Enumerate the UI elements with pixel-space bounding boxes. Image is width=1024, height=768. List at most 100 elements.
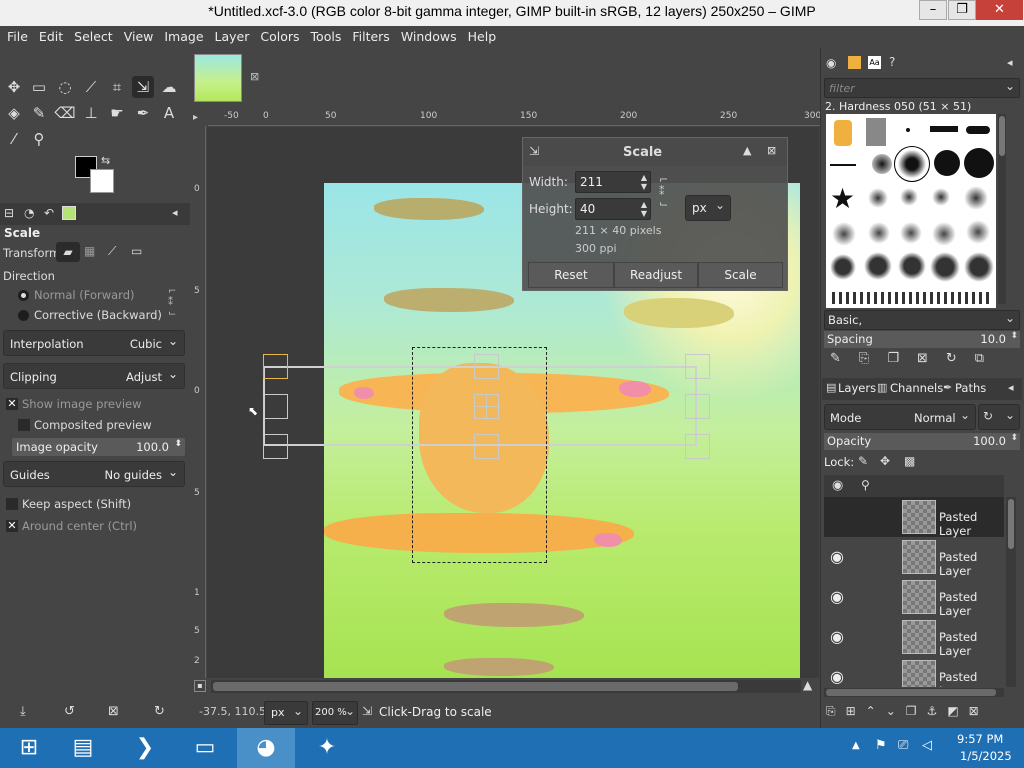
lock-position-icon[interactable]: ✥ [880,454,890,468]
scale-button[interactable]: Scale [698,262,783,288]
fonts-tab-icon[interactable]: Aa [868,56,881,69]
fuzzy-select-icon[interactable]: ⟋ [80,76,102,98]
tray-overflow-icon[interactable]: ▲ [852,740,860,751]
zoom-combo[interactable]: 200 % ⌄ [312,701,358,725]
brush-filter-input[interactable]: filter ⌄ [824,78,1020,98]
tray-volume-icon[interactable]: ◁ [922,738,932,753]
delete-layer-icon[interactable]: ⊠ [969,704,989,718]
transform-selection-icon[interactable]: ▦ [84,244,95,258]
zoom-fit-icon[interactable]: ▲ [803,678,812,692]
brush-item[interactable] [932,222,956,246]
image-opacity-slider[interactable]: Image opacity 100.0 ⬍ [12,438,185,456]
reset-button[interactable]: Reset [528,262,614,288]
visibility-eye-icon[interactable]: ◉ [830,627,844,646]
transform-handle[interactable] [474,434,499,459]
layer-opacity-slider[interactable]: Opacity 100.0 ⬍ [824,433,1020,450]
menu-tools[interactable]: Tools [304,26,346,44]
open-brush-icon[interactable]: ⧉ [975,351,1002,366]
reset-options-icon[interactable]: ↻ [154,704,165,719]
tab-layers[interactable]: Layers [838,381,876,395]
edit-brush-icon[interactable]: ✎ [830,351,859,366]
scrollbar-thumb[interactable] [213,682,738,691]
paintbrush-icon[interactable]: ✎ [28,102,50,124]
layer-row[interactable]: ◉ Pasted Layer [824,617,1004,658]
paths-icon[interactable]: ✒ [132,102,154,124]
duplicate-layer-icon[interactable]: ❐ [906,704,927,718]
brush-item[interactable] [930,126,958,132]
brush-item[interactable] [834,120,852,146]
crop-icon[interactable]: ⌗ [106,76,128,98]
panel-menu-icon[interactable]: ◂ [1008,381,1014,394]
new-layer-icon[interactable]: ⎘ [826,704,846,718]
unit-combo[interactable]: px ⌄ [685,195,731,221]
mode-combo[interactable]: Mode Normal ⌄ [824,404,976,430]
guides-combo[interactable]: Guides No guides ⌄ [3,461,185,487]
color-picker-icon[interactable]: ⁄ [3,128,25,150]
transform-handle[interactable] [685,394,710,419]
spin-icon[interactable]: ⬍ [1010,331,1018,341]
chain-link-icon[interactable]: ⌐ ⁑ ⌙ [659,174,668,210]
readjust-button[interactable]: Readjust [614,262,698,288]
show-preview-checkbox[interactable]: ✕ [6,398,18,410]
transform-handle[interactable] [263,354,288,379]
file-explorer-icon[interactable]: ▭ [176,728,234,768]
menu-colors[interactable]: Colors [253,26,303,44]
direction-corrective-radio[interactable] [18,310,29,321]
brush-item[interactable] [964,148,994,178]
brush-grid[interactable]: ★ [826,114,996,308]
transform-center-handle[interactable] [474,394,499,419]
layer-row[interactable]: ◉ Pasted Layer [824,577,1004,618]
delete-options-icon[interactable]: ⊠ [108,704,119,719]
brush-item[interactable] [966,126,990,134]
close-button[interactable]: ✕ [976,0,1023,20]
brush-item[interactable] [868,188,888,208]
menu-file[interactable]: File [0,26,32,44]
spacing-slider[interactable]: Spacing 10.0 ⬍ [824,331,1020,348]
width-spin-icon[interactable]: ▲ ▼ [641,173,647,191]
width-input[interactable]: 211 ▲ ▼ [575,171,651,193]
height-input[interactable]: 40 ▲ ▼ [575,198,651,220]
brush-item[interactable] [830,254,856,280]
rect-select-icon[interactable]: ▭ [28,76,50,98]
layers-hscrollbar[interactable] [824,688,1004,697]
app-taskbar-icon[interactable]: ✦ [298,728,356,768]
clock-time[interactable]: 9:57 PM [957,732,1003,746]
bucket-fill-icon[interactable]: ◈ [3,102,25,124]
brush-item[interactable] [832,222,856,246]
tray-network-icon[interactable]: ⎚ [898,738,908,753]
height-spin-icon[interactable]: ▲ ▼ [641,200,647,218]
menu-layer[interactable]: Layer [208,26,254,44]
brush-item[interactable]: ★ [830,184,855,214]
zoom-icon[interactable]: ⚲ [28,128,50,150]
menu-edit[interactable]: Edit [32,26,67,44]
swap-colors-icon[interactable]: ⇆ [101,154,110,167]
menu-view[interactable]: View [117,26,158,44]
minimize-button[interactable]: – [919,0,947,20]
transform-path-icon[interactable]: ⟋ [108,244,116,259]
layers-scrollbar[interactable] [1006,497,1016,687]
brush-item[interactable] [864,252,892,280]
lasso-icon[interactable]: ◌ [54,76,76,98]
device-status-tab-icon[interactable]: ◔ [24,206,34,220]
help-tab-icon[interactable]: ? [889,55,895,69]
transform-handle[interactable] [263,434,288,459]
tray-security-icon[interactable]: ⚑ [875,738,887,753]
brushes-tab-icon[interactable]: ◉ [826,56,836,70]
raise-layer-icon[interactable]: ⌃ [866,704,886,718]
menu-select[interactable]: Select [67,26,117,44]
transform-image-icon[interactable]: ▭ [131,244,142,258]
brush-item[interactable] [868,222,890,244]
horizontal-scrollbar[interactable] [211,680,801,693]
spin-icon[interactable]: ⬍ [174,439,182,449]
visibility-eye-icon[interactable]: ◉ [830,667,844,686]
brush-tag-combo[interactable]: Basic, ⌄ [824,310,1020,330]
scale-tool-icon[interactable]: ⇲ [132,76,154,98]
brush-item[interactable] [906,128,910,132]
interpolation-combo[interactable]: Interpolation Cubic ⌄ [3,330,185,356]
duplicate-brush-icon[interactable]: ❐ [887,351,917,366]
lock-alpha-icon[interactable]: ▩ [904,454,915,468]
close-tab-icon[interactable]: ⊠ [250,70,259,83]
transform-handle[interactable] [474,354,499,379]
clipping-combo[interactable]: Clipping Adjust ⌄ [3,363,185,389]
status-unit-combo[interactable]: px ⌄ [264,701,308,725]
